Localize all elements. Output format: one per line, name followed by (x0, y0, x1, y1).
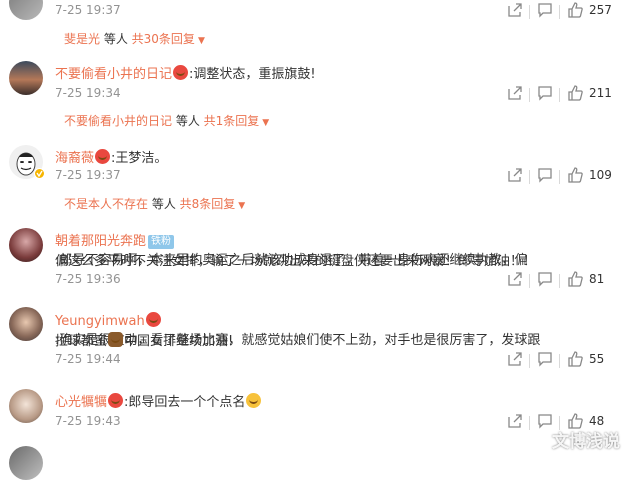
divider (529, 274, 530, 288)
comment-actions: 257 (478, 2, 628, 22)
username[interactable]: 心光犡犡 (55, 395, 107, 410)
comment-body: 海裔薇 :王梦洁。 (55, 147, 167, 166)
comment-icon[interactable] (537, 271, 553, 287)
reply-user[interactable]: 不要偷看小井的日记 (64, 114, 172, 128)
divider (559, 170, 560, 184)
comment-time: 7-25 19:36 (55, 272, 121, 286)
like-count: 211 (589, 86, 612, 100)
comment-text-continued: 拦球都蛮 中国女排继续加油! (55, 330, 233, 349)
reply-count[interactable]: 共1条回复 (204, 114, 260, 128)
emoji-icon (145, 312, 161, 327)
comment-time: 7-25 19:43 (55, 414, 121, 428)
divider (529, 88, 530, 102)
reply-summary[interactable]: 斐是光 等人 共30条回复 ▼ (64, 30, 205, 47)
share-icon[interactable] (507, 351, 523, 367)
reply-user[interactable]: 不是本人不存在 (64, 197, 148, 211)
divider (529, 416, 530, 430)
divider (529, 5, 530, 19)
comment-text: :调整状态，重振旗鼓! (189, 67, 316, 82)
emoji-icon (108, 332, 124, 347)
like-count: 81 (589, 272, 605, 286)
share-icon[interactable] (507, 167, 523, 183)
username[interactable]: 朝着那阳光奔跑 (55, 234, 146, 249)
divider (559, 5, 560, 19)
share-icon[interactable] (507, 271, 523, 287)
verified-badge-icon (34, 168, 45, 179)
comment-body: 不要偷看小井的日记 :调整状态，重振旗鼓! (55, 63, 316, 82)
share-icon[interactable] (507, 413, 523, 429)
username[interactable]: Yeungyimwah (55, 314, 145, 329)
user-avatar[interactable] (9, 0, 43, 20)
share-icon[interactable] (507, 2, 523, 18)
comment-body: 心光犡犡 :郎导回去一个个点名 (55, 391, 262, 410)
username[interactable]: 海裔薇 (55, 151, 94, 166)
like-count: 109 (589, 168, 612, 182)
comment-icon[interactable] (537, 167, 553, 183)
comment-icon[interactable] (537, 85, 553, 101)
comment-text-part: 拦球都蛮 (55, 334, 108, 349)
reply-count[interactable]: 共30条回复 (132, 32, 195, 46)
reply-count[interactable]: 共8条回复 (180, 197, 236, 211)
divider (529, 170, 530, 184)
comment-icon[interactable] (537, 351, 553, 367)
share-icon[interactable] (507, 85, 523, 101)
comment-time: 7-25 19:44 (55, 352, 121, 366)
emoji-icon (108, 393, 124, 408)
comment-time: 7-25 19:37 (55, 168, 121, 182)
reply-summary[interactable]: 不要偷看小井的日记 等人 共1条回复 ▼ (64, 112, 269, 129)
comment-time: 7-25 19:37 (55, 3, 121, 17)
thumbs-up-icon[interactable] (567, 271, 583, 287)
comment-text: :郎导回去一个个点名 (124, 395, 246, 410)
comment-actions: 55 (478, 351, 628, 371)
divider (559, 354, 560, 368)
reply-mid: 等人 (100, 32, 132, 46)
fan-badge: 铁粉 (148, 235, 175, 249)
like-count: 55 (589, 352, 605, 366)
emoji-icon (95, 149, 111, 164)
caret-down-icon[interactable]: ▼ (238, 201, 245, 211)
divider (529, 354, 530, 368)
comment-icon[interactable] (537, 413, 553, 429)
caret-down-icon[interactable]: ▼ (262, 118, 269, 128)
reply-mid: 等人 (172, 114, 204, 128)
like-count: 48 (589, 414, 605, 428)
thumbs-up-icon[interactable] (567, 167, 583, 183)
like-count: 257 (589, 3, 612, 17)
comment-actions: 211 (478, 85, 628, 105)
user-avatar[interactable] (9, 446, 43, 480)
comment-actions: 81 (478, 271, 628, 291)
comment-time: 7-25 19:34 (55, 86, 121, 100)
divider (559, 274, 560, 288)
comment-text-continued: 偏这么多平时不关注女排，输了一场就跳出来的键盘侠还要出来网暴！郎导加油！！ (55, 254, 537, 269)
divider (559, 88, 560, 102)
watermark: 文博浅说 (552, 432, 620, 452)
reply-summary[interactable]: 不是本人不存在 等人 共8条回复 ▼ (64, 195, 245, 212)
thumbs-up-icon[interactable] (567, 2, 583, 18)
user-avatar[interactable] (9, 307, 43, 341)
user-avatar[interactable] (9, 228, 43, 262)
username[interactable]: 不要偷看小井的日记 (55, 67, 172, 82)
caret-down-icon[interactable]: ▼ (198, 36, 205, 46)
comment-text-part: 中国女排继续加油! (124, 334, 234, 349)
thumbs-up-icon[interactable] (567, 85, 583, 101)
comment-icon[interactable] (537, 2, 553, 18)
thumbs-up-icon[interactable] (567, 351, 583, 367)
comment-text: :王梦洁。 (111, 151, 168, 166)
user-avatar[interactable] (9, 61, 43, 95)
comment-actions: 109 (478, 167, 628, 187)
emoji-icon (173, 65, 189, 80)
user-avatar[interactable] (9, 389, 43, 423)
reply-user[interactable]: 斐是光 (64, 32, 100, 46)
reply-mid: 等人 (148, 197, 180, 211)
emoji-icon (246, 393, 262, 408)
